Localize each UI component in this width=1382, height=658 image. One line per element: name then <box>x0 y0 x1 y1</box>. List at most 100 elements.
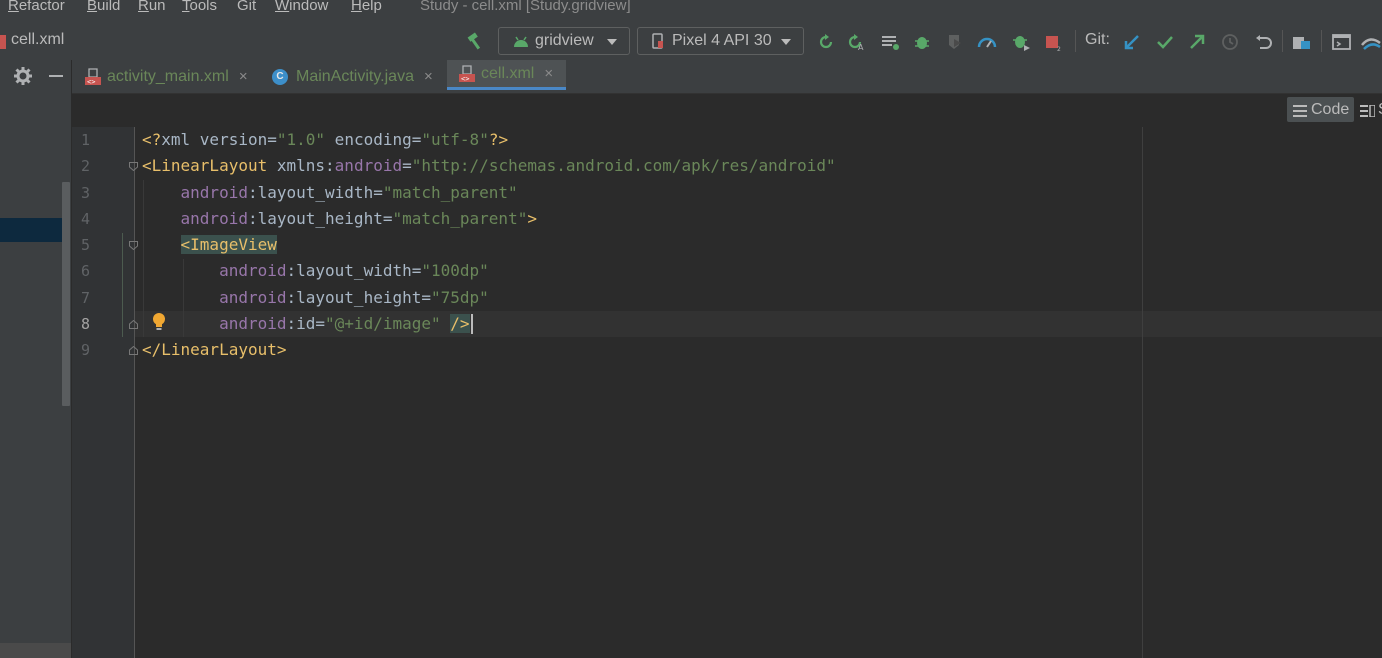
svg-text:<>: <> <box>461 75 469 83</box>
device-icon <box>652 33 664 49</box>
code-view-label: Code <box>1311 100 1350 118</box>
code-line[interactable]: <ImageView <box>142 232 277 258</box>
split-view-button[interactable]: S <box>1359 97 1382 122</box>
menu-refactor[interactable]: Refactor <box>8 0 65 14</box>
menu-help[interactable]: Help <box>351 0 382 14</box>
git-commit-icon[interactable] <box>1154 31 1176 53</box>
fold-close-icon[interactable] <box>129 320 138 329</box>
code-token: "match_parent" <box>382 182 518 202</box>
code-token: <ImageView <box>180 235 277 254</box>
line-number: 1 <box>80 131 90 149</box>
sdk-icon[interactable] <box>1360 31 1382 53</box>
code-token: android <box>219 287 287 307</box>
terminal-icon[interactable] <box>1331 31 1353 53</box>
code-token: > <box>527 208 537 228</box>
code-token: "1.0" <box>276 130 326 149</box>
line-number: 8 <box>80 314 90 333</box>
split-view-label: S <box>1378 101 1382 119</box>
code-token: = <box>267 130 277 149</box>
tab-activity-main[interactable]: <> activity_main.xml × <box>84 60 248 93</box>
run-config-select[interactable]: gridview <box>498 27 630 55</box>
debug-icon[interactable] <box>911 31 933 53</box>
code-line[interactable]: </LinearLayout> <box>142 337 287 363</box>
code-token: android <box>180 208 248 228</box>
git-push-icon[interactable] <box>1186 31 1208 53</box>
editor-tab-bar: <> activity_main.xml × C MainActivity.ja… <box>72 60 1382 94</box>
menu-tools[interactable]: Tools <box>182 0 217 14</box>
git-history-icon[interactable] <box>1219 31 1241 53</box>
tab-label: cell.xml <box>481 64 535 82</box>
line-number: 9 <box>80 341 90 359</box>
git-rollback-icon[interactable] <box>1252 31 1274 53</box>
code-token: :layout_width= <box>286 261 422 281</box>
hammer-icon[interactable] <box>464 31 486 53</box>
project-panel-scrollbar[interactable] <box>62 182 70 406</box>
tab-main-activity[interactable]: C MainActivity.java × <box>272 60 433 93</box>
main-toolbar: cell.xml gridview Pixel 4 API 30 A 2 Git… <box>0 22 1382 60</box>
tab-cell-xml[interactable]: <> cell.xml × <box>447 60 566 90</box>
git-update-icon[interactable] <box>1121 31 1143 53</box>
device-select[interactable]: Pixel 4 API 30 <box>637 27 804 55</box>
tab-label: activity_main.xml <box>107 67 229 85</box>
gutter-divider <box>134 127 135 658</box>
fold-close-icon[interactable] <box>129 346 138 355</box>
git-label: Git: <box>1085 31 1110 48</box>
code-token: android <box>219 261 287 281</box>
line-number: 3 <box>80 183 90 202</box>
code-line[interactable]: android:layout_width="100dp" <box>142 258 489 284</box>
stop-icon[interactable]: 2 <box>1042 31 1064 53</box>
toolbar-separator <box>1321 30 1322 52</box>
code-token: = <box>402 156 412 176</box>
project-tree-selected-row[interactable] <box>0 218 62 242</box>
apply-changes-icon[interactable]: A <box>846 31 868 53</box>
svg-text:2: 2 <box>1057 46 1061 51</box>
coverage-icon[interactable] <box>944 31 966 53</box>
right-margin-guide <box>1142 127 1143 658</box>
close-icon[interactable]: × <box>424 68 433 85</box>
svg-text:A: A <box>858 43 864 51</box>
code-line[interactable]: android:layout_width="match_parent" <box>142 180 518 206</box>
menu-build[interactable]: Build <box>87 0 120 14</box>
gear-icon[interactable] <box>12 65 34 87</box>
code-line[interactable]: <LinearLayout xmlns:android="http://sche… <box>142 153 836 179</box>
menu-git[interactable]: Git <box>237 0 256 14</box>
line-number: 6 <box>80 262 90 281</box>
menu-run[interactable]: Run <box>138 0 166 14</box>
code-token: "100dp" <box>421 261 489 281</box>
line-number: 7 <box>80 288 90 307</box>
code-token: xml version <box>161 130 268 149</box>
fold-open-icon[interactable] <box>129 241 138 250</box>
code-token: :layout_height= <box>286 287 432 307</box>
attach-debugger-icon[interactable] <box>1010 31 1032 53</box>
code-token: "match_parent" <box>392 208 528 228</box>
code-token: "utf-8" <box>421 130 489 149</box>
code-view-button[interactable]: Code <box>1287 97 1354 122</box>
code-view-icon <box>1293 104 1307 117</box>
code-token: <LinearLayout <box>142 156 268 176</box>
code-line[interactable]: android:id="@+id/image" /> <box>142 311 473 337</box>
code-line[interactable]: <?xml version="1.0" encoding="utf-8"?> <box>142 127 508 153</box>
project-structure-icon[interactable] <box>1291 31 1313 53</box>
rerun-icon[interactable] <box>815 31 837 53</box>
code-token: /> <box>450 313 470 333</box>
chevron-down-icon <box>781 39 791 45</box>
code-line[interactable]: android:layout_height="match_parent"> <box>142 206 537 232</box>
code-line[interactable]: android:layout_height="75dp" <box>142 285 489 311</box>
code-token: = <box>411 130 422 149</box>
text-caret <box>470 314 473 335</box>
profile-icon[interactable] <box>976 31 998 53</box>
chevron-down-icon <box>607 39 617 45</box>
menu-window[interactable]: Window <box>275 0 328 14</box>
menu-bar: Refactor Build Run Tools Git Window Help… <box>0 0 1382 22</box>
minimize-icon[interactable] <box>45 65 67 87</box>
code-token: ?> <box>488 130 509 149</box>
sync-icon[interactable] <box>879 31 901 53</box>
fold-open-icon[interactable] <box>129 162 138 171</box>
close-icon[interactable]: × <box>239 68 248 85</box>
breadcrumb[interactable]: cell.xml <box>11 31 64 49</box>
code-token: xmlns <box>267 156 326 176</box>
close-icon[interactable]: × <box>544 65 553 82</box>
line-number: 5 <box>80 236 90 254</box>
